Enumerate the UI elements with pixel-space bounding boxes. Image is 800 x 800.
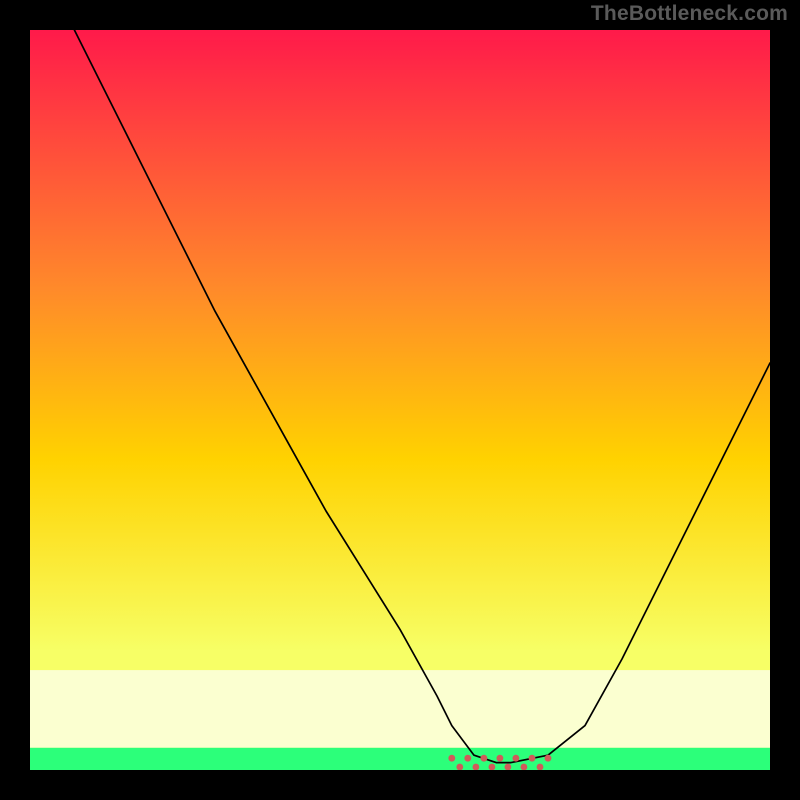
gradient-background [30, 30, 770, 770]
chart-stage: TheBottleneck.com [0, 0, 800, 800]
watermark-text: TheBottleneck.com [591, 2, 788, 26]
plot-area [30, 30, 770, 770]
flat-marker-dot [481, 755, 488, 762]
band-pale-yellow [30, 670, 770, 748]
flat-marker-dot [513, 755, 520, 762]
flat-marker-dot [545, 755, 552, 762]
plot-svg [30, 30, 770, 770]
flat-marker-dot [529, 755, 536, 762]
flat-marker-dot [464, 755, 471, 762]
flat-marker-dot [497, 755, 504, 762]
band-green [30, 748, 770, 770]
flat-marker-dot [448, 755, 455, 762]
